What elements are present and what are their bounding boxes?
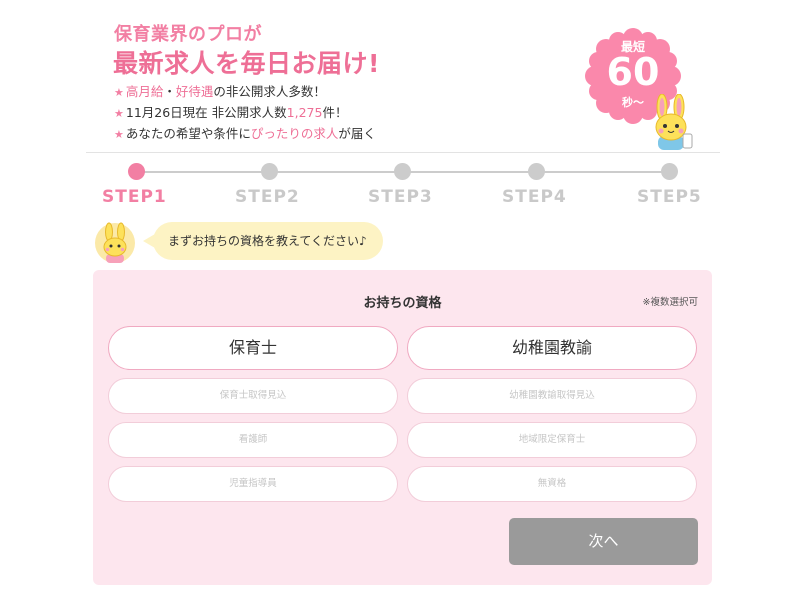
step-dot-icon	[261, 163, 278, 180]
feature-highlight: 高月給	[125, 84, 164, 99]
badge-number: 60	[606, 50, 660, 94]
headline: 最新求人を毎日お届け!	[113, 49, 380, 78]
feature-highlight: 好待遇	[175, 84, 214, 99]
step-label: STEP4	[502, 187, 567, 207]
step-dot-icon	[661, 163, 678, 180]
feature-item: ★ 高月給・好待遇の非公開求人多数！	[114, 82, 376, 103]
feature-item: ★ 11月26日現在 非公開求人数1,275件！	[114, 103, 376, 124]
option-button-youchien-kyouyu[interactable]: 幼稚園教諭	[407, 326, 697, 370]
feature-highlight: ぴったりの求人	[250, 126, 339, 141]
option-button-regional-hoikushi[interactable]: 地域限定保育士	[407, 422, 697, 458]
star-icon: ★	[114, 107, 124, 120]
job-count: 1,275	[286, 105, 323, 120]
feature-list: ★ 高月給・好待遇の非公開求人多数！ ★ 11月26日現在 非公開求人数1,275件…	[114, 82, 376, 145]
option-button-child-instructor[interactable]: 児童指導員	[108, 466, 398, 502]
feature-item: ★ あなたの希望や条件にぴったりの求人が届く	[114, 124, 376, 145]
step-label: STEP2	[235, 187, 300, 207]
option-button-no-qualification[interactable]: 無資格	[407, 466, 697, 502]
rabbit-mascot-icon	[655, 94, 693, 150]
option-button-hoikushi-mikomi[interactable]: 保育士取得見込	[108, 378, 398, 414]
qualification-form: お持ちの資格 ※複数選択可 保育士 幼稚園教諭 保育士取得見込 幼稚園教諭取得見…	[93, 270, 712, 585]
header-divider	[86, 152, 720, 153]
step-dot-icon	[128, 163, 145, 180]
feature-text: ・	[163, 84, 176, 99]
option-button-youchien-mikomi[interactable]: 幼稚園教諭取得見込	[407, 378, 697, 414]
feature-text: 11月26日現在 非公開求人数	[125, 105, 287, 120]
tagline: 保育業界のプロが	[114, 24, 262, 45]
step-label: STEP3	[368, 187, 433, 207]
star-icon: ★	[114, 86, 124, 99]
feature-text: あなたの希望や条件に	[125, 126, 251, 141]
step-dot-icon	[528, 163, 545, 180]
feature-text: の非公開求人多数！	[213, 84, 326, 99]
step-label: STEP5	[637, 187, 702, 207]
option-button-nurse[interactable]: 看護師	[108, 422, 398, 458]
multiple-select-note: ※複数選択可	[642, 297, 698, 308]
speech-bubble: まずお持ちの資格を教えてください♪	[153, 222, 383, 260]
feature-text: が届く	[338, 126, 376, 141]
next-button[interactable]: 次へ	[509, 518, 698, 565]
star-icon: ★	[114, 128, 124, 141]
step-label: STEP1	[102, 187, 167, 207]
form-title: お持ちの資格	[363, 296, 442, 311]
feature-text: 件！	[322, 105, 348, 120]
step-dot-icon	[394, 163, 411, 180]
option-button-hoikushi[interactable]: 保育士	[108, 326, 398, 370]
rabbit-mascot-icon	[95, 222, 135, 263]
header: 保育業界のプロが 最新求人を毎日お届け! ★ 高月給・好待遇の非公開求人多数！ ★…	[0, 0, 800, 152]
